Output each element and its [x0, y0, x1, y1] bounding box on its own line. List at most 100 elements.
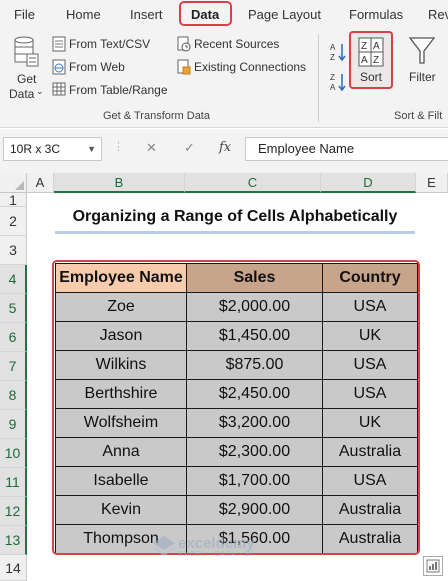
web-page-icon — [52, 59, 66, 75]
database-icon — [14, 36, 39, 67]
cell-sales[interactable]: $3,200.00 — [186, 408, 323, 438]
text-file-icon — [52, 36, 66, 52]
from-web-label: From Web — [69, 60, 125, 74]
drag-handle-icon[interactable]: ⋮ — [113, 140, 124, 153]
cell-sales[interactable]: $2,000.00 — [186, 292, 323, 322]
row-header-11[interactable]: 11 — [0, 468, 27, 497]
cancel-icon[interactable]: ✕ — [146, 140, 157, 156]
existing-connections-label: Existing Connections — [194, 60, 307, 74]
table-row: Wilkins $875.00 USA — [55, 350, 418, 380]
cell-country[interactable]: Australia — [322, 495, 418, 525]
table-row: Isabelle $1,700.00 USA — [55, 466, 418, 496]
get-data-label: Get — [17, 72, 37, 86]
watermark-name: exceldemy — [178, 535, 255, 552]
cell-employee-name[interactable]: Jason — [55, 321, 187, 351]
row-header-10[interactable]: 10 — [0, 439, 27, 468]
sort-button[interactable]: Z A A Z Sort — [349, 31, 393, 89]
header-cell-employee-name[interactable]: Employee Name — [55, 263, 187, 293]
table-row: Kevin $2,900.00 Australia — [55, 495, 418, 525]
table-row: Wolfsheim $3,200.00 UK — [55, 408, 418, 438]
cell-employee-name[interactable]: Wolfsheim — [55, 408, 187, 438]
svg-text:A: A — [330, 83, 336, 92]
formula-bar: 10R x 3C ▼ ⋮ ✕ ✓ fx Employee Name — [0, 129, 448, 173]
row-header-4[interactable]: 4 — [0, 265, 27, 294]
enter-icon[interactable]: ✓ — [184, 140, 195, 156]
cell-employee-name[interactable]: Kevin — [55, 495, 187, 525]
row-header-13[interactable]: 13 — [0, 526, 27, 555]
column-header-e[interactable]: E — [416, 173, 448, 193]
exceldemy-logo-icon — [153, 536, 175, 556]
select-all-button[interactable] — [0, 173, 27, 193]
row-header-2[interactable]: 2 — [0, 207, 27, 236]
cell-country[interactable]: UK — [322, 321, 418, 351]
cell-country[interactable]: USA — [322, 466, 418, 496]
cell-employee-name[interactable]: Berthshire — [55, 379, 187, 409]
table-row: Jason $1,450.00 UK — [55, 321, 418, 351]
tab-review[interactable]: Rev — [428, 0, 448, 28]
cell-sales[interactable]: $1,450.00 — [186, 321, 323, 351]
fx-icon[interactable]: fx — [219, 140, 231, 155]
tab-file[interactable]: File — [14, 0, 35, 28]
get-data-label2: Data — [9, 87, 35, 101]
row-header-8[interactable]: 8 — [0, 381, 27, 410]
exceldemy-watermark: exceldemy EXCEL · DATA · BI — [150, 533, 300, 561]
row-header-5[interactable]: 5 — [0, 294, 27, 323]
cell-employee-name[interactable]: Zoe — [55, 292, 187, 322]
cell-country[interactable]: USA — [322, 292, 418, 322]
column-header-a[interactable]: A — [27, 173, 54, 193]
row-header-9[interactable]: 9 — [0, 410, 27, 439]
group-divider — [318, 34, 319, 122]
cell-country[interactable]: USA — [322, 350, 418, 380]
cell-country[interactable]: Australia — [322, 437, 418, 467]
table-row: Zoe $2,000.00 USA — [55, 292, 418, 322]
recent-sources-label: Recent Sources — [194, 37, 280, 51]
cell-country[interactable]: Australia — [322, 524, 418, 554]
sort-label: Sort — [360, 70, 383, 84]
tab-page-layout[interactable]: Page Layout — [248, 0, 321, 28]
cell-employee-name[interactable]: Isabelle — [55, 466, 187, 496]
column-header-d[interactable]: D — [321, 173, 416, 193]
row-header-6[interactable]: 6 — [0, 323, 27, 352]
ribbon: Get Data ⌄ From Text/CSV From Web From T… — [0, 28, 448, 128]
title-underline — [55, 231, 415, 234]
cell-sales[interactable]: $1,700.00 — [186, 466, 323, 496]
row-header-7[interactable]: 7 — [0, 352, 27, 381]
quick-analysis-button[interactable] — [423, 556, 443, 576]
sort-descending-icon: Z A — [330, 73, 346, 92]
tab-insert[interactable]: Insert — [130, 0, 163, 28]
row-header-3[interactable]: 3 — [0, 236, 27, 265]
cell-employee-name[interactable]: Wilkins — [55, 350, 187, 380]
row-header-1[interactable]: 1 — [0, 193, 27, 207]
name-box-value: 10R x 3C — [10, 142, 61, 156]
tab-home[interactable]: Home — [66, 0, 101, 28]
svg-text:Z: Z — [330, 73, 335, 82]
cell-country[interactable]: UK — [322, 408, 418, 438]
sheet-title[interactable]: Organizing a Range of Cells Alphabetical… — [55, 203, 415, 231]
svg-text:A: A — [330, 43, 336, 52]
header-cell-country[interactable]: Country — [322, 263, 418, 293]
cell-sales[interactable]: $2,450.00 — [186, 379, 323, 409]
group-get-transform-label: Get & Transform Data — [103, 110, 210, 122]
column-header-b[interactable]: B — [54, 173, 185, 193]
name-box[interactable]: 10R x 3C ▼ — [3, 137, 102, 161]
group-sort-filter-label: Sort & Filt — [394, 110, 443, 122]
chevron-down-icon: ⌄ — [36, 86, 44, 96]
cell-sales[interactable]: $875.00 — [186, 350, 323, 380]
cell-country[interactable]: USA — [322, 379, 418, 409]
table-row: Berthshire $2,450.00 USA — [55, 379, 418, 409]
quick-analysis-icon — [426, 559, 440, 573]
cell-sales[interactable]: $2,300.00 — [186, 437, 323, 467]
header-cell-sales[interactable]: Sales — [186, 263, 323, 293]
sort-dialog-icon: Z A A Z — [358, 37, 384, 67]
chevron-down-icon[interactable]: ▼ — [87, 138, 96, 160]
ribbon-tab-bar: File Home Insert Data Page Layout Formul… — [0, 0, 448, 28]
tab-formulas[interactable]: Formulas — [349, 0, 403, 28]
watermark-tagline: EXCEL · DATA · BI — [178, 551, 254, 558]
formula-input[interactable]: Employee Name — [245, 137, 448, 161]
cell-sales[interactable]: $2,900.00 — [186, 495, 323, 525]
row-header-12[interactable]: 12 — [0, 497, 27, 526]
cell-employee-name[interactable]: Anna — [55, 437, 187, 467]
column-header-c[interactable]: C — [185, 173, 321, 193]
row-header-14[interactable]: 14 — [0, 555, 27, 581]
svg-text:Z: Z — [361, 41, 367, 52]
